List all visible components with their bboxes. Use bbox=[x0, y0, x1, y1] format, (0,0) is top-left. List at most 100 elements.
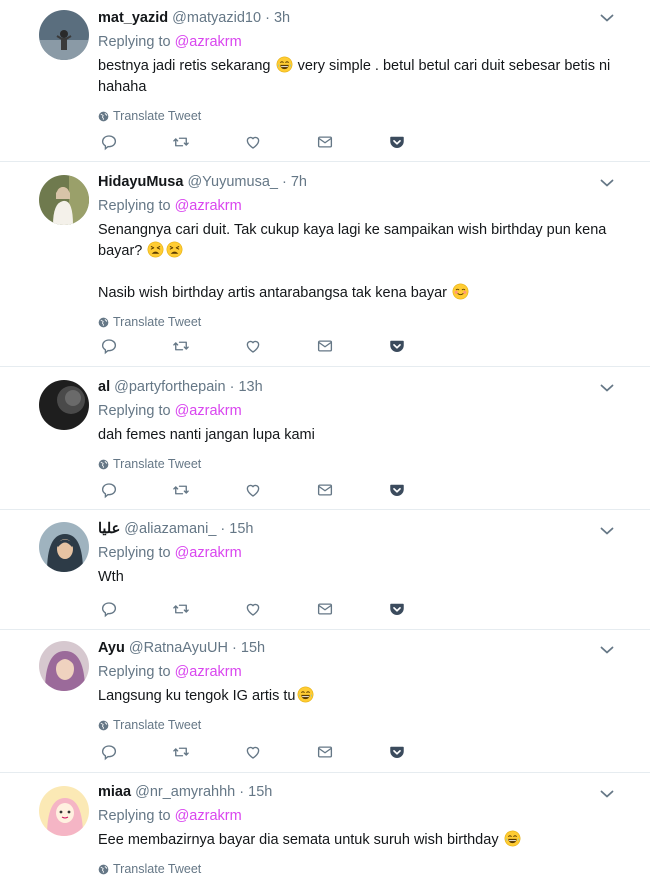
tweet-hidayumusa[interactable]: HidayuMusa @Yuyumusa_ · 7h Replying to @… bbox=[0, 162, 650, 367]
mention-link[interactable]: @azrakrm bbox=[175, 545, 242, 561]
like-button[interactable] bbox=[244, 337, 316, 355]
laughing-emoji-icon bbox=[504, 830, 521, 847]
envelope-icon bbox=[316, 600, 334, 618]
translate-label[interactable]: Translate Tweet bbox=[113, 109, 201, 123]
display-name[interactable]: miaa bbox=[98, 784, 131, 800]
tweet-text-part: bestnya jadi retis sekarang bbox=[98, 58, 271, 74]
replying-label: Replying to bbox=[98, 403, 171, 419]
tweet-al[interactable]: al @partyforthepain · 13h Replying to @a… bbox=[0, 367, 650, 510]
timestamp[interactable]: 15h bbox=[241, 640, 265, 656]
reply-button[interactable] bbox=[100, 337, 172, 355]
like-button[interactable] bbox=[244, 481, 316, 499]
globe-icon bbox=[98, 864, 109, 875]
translate-label[interactable]: Translate Tweet bbox=[113, 718, 201, 732]
message-button[interactable] bbox=[316, 743, 388, 761]
avatar[interactable] bbox=[39, 522, 89, 572]
tweet-text: Eee membazirnya bayar dia semata untuk s… bbox=[98, 830, 630, 851]
tweet-matyazid[interactable]: mat_yazid @matyazid10 · 3h Replying to @… bbox=[0, 0, 650, 162]
like-button[interactable] bbox=[244, 600, 316, 618]
tweet-amyrahhh[interactable]: miaa @nr_amyrahhh · 15h Replying to @azr… bbox=[0, 773, 650, 885]
retweet-button[interactable] bbox=[172, 481, 244, 499]
pocket-button[interactable] bbox=[388, 337, 460, 355]
tweet-header: Ayu @RatnaAyuUH · 15h bbox=[98, 638, 630, 658]
user-handle[interactable]: @aliazamani_ bbox=[124, 521, 216, 537]
reply-icon bbox=[100, 743, 118, 761]
pocket-button[interactable] bbox=[388, 743, 460, 761]
envelope-icon bbox=[316, 481, 334, 499]
user-handle[interactable]: @Yuyumusa_ bbox=[187, 174, 278, 190]
envelope-icon bbox=[316, 133, 334, 151]
replying-label: Replying to bbox=[98, 808, 171, 824]
translate-label[interactable]: Translate Tweet bbox=[113, 457, 201, 471]
user-handle[interactable]: @matyazid10 bbox=[172, 10, 261, 26]
user-handle[interactable]: @RatnaAyuUH bbox=[129, 640, 228, 656]
pocket-button[interactable] bbox=[388, 133, 460, 151]
tweet-actions bbox=[100, 600, 460, 618]
mention-link[interactable]: @azrakrm bbox=[175, 198, 242, 214]
retweet-button[interactable] bbox=[172, 337, 244, 355]
avatar[interactable] bbox=[39, 786, 89, 836]
pocket-button[interactable] bbox=[388, 600, 460, 618]
reply-button[interactable] bbox=[100, 481, 172, 499]
message-button[interactable] bbox=[316, 481, 388, 499]
message-button[interactable] bbox=[316, 133, 388, 151]
retweet-button[interactable] bbox=[172, 133, 244, 151]
timestamp[interactable]: 7h bbox=[291, 174, 307, 190]
message-button[interactable] bbox=[316, 600, 388, 618]
display-name[interactable]: al bbox=[98, 379, 110, 395]
mention-link[interactable]: @azrakrm bbox=[175, 808, 242, 824]
avatar[interactable] bbox=[39, 380, 89, 430]
reply-button[interactable] bbox=[100, 743, 172, 761]
mention-link[interactable]: @azrakrm bbox=[175, 403, 242, 419]
like-button[interactable] bbox=[244, 743, 316, 761]
tweet-header: al @partyforthepain · 13h bbox=[98, 377, 630, 397]
reply-button[interactable] bbox=[100, 133, 172, 151]
mention-link[interactable]: @azrakrm bbox=[175, 34, 242, 50]
tweet-text-part: Eee membazirnya bayar dia semata untuk s… bbox=[98, 832, 499, 848]
heart-icon bbox=[244, 481, 262, 499]
pocket-icon bbox=[388, 133, 406, 151]
weary-emoji-icon bbox=[166, 241, 183, 258]
avatar[interactable] bbox=[39, 175, 89, 225]
separator-dot: · bbox=[265, 10, 270, 26]
separator-dot: · bbox=[281, 174, 287, 190]
user-handle[interactable]: @nr_amyrahhh bbox=[135, 784, 235, 800]
translate-link[interactable]: Translate Tweet bbox=[98, 456, 630, 472]
laughing-emoji-icon bbox=[276, 56, 293, 73]
heart-icon bbox=[244, 337, 262, 355]
tweet-aliazamani[interactable]: عليا @aliazamani_ · 15h Replying to @azr… bbox=[0, 510, 650, 630]
like-button[interactable] bbox=[244, 133, 316, 151]
separator-dot: · bbox=[232, 640, 237, 656]
reply-icon bbox=[100, 600, 118, 618]
translate-link[interactable]: Translate Tweet bbox=[98, 717, 630, 733]
display-name[interactable]: HidayuMusa bbox=[98, 174, 183, 190]
timestamp[interactable]: 15h bbox=[248, 784, 272, 800]
translate-label[interactable]: Translate Tweet bbox=[113, 315, 201, 329]
avatar[interactable] bbox=[39, 641, 89, 691]
translate-label[interactable]: Translate Tweet bbox=[113, 862, 201, 876]
replying-label: Replying to bbox=[98, 664, 171, 680]
translate-link[interactable]: Translate Tweet bbox=[98, 108, 630, 124]
mention-link[interactable]: @azrakrm bbox=[175, 664, 242, 680]
display-name[interactable]: Ayu bbox=[98, 640, 125, 656]
display-name[interactable]: mat_yazid bbox=[98, 10, 168, 26]
replying-label: Replying to bbox=[98, 34, 171, 50]
timestamp[interactable]: 13h bbox=[238, 379, 262, 395]
retweet-button[interactable] bbox=[172, 600, 244, 618]
translate-link[interactable]: Translate Tweet bbox=[98, 861, 630, 877]
tweet-text: Wth bbox=[98, 569, 124, 585]
avatar[interactable] bbox=[39, 10, 89, 60]
pocket-button[interactable] bbox=[388, 481, 460, 499]
tweet-ratnaayu[interactable]: Ayu @RatnaAyuUH · 15h Replying to @azrak… bbox=[0, 630, 650, 773]
display-name[interactable]: عليا bbox=[98, 521, 120, 537]
user-handle[interactable]: @partyforthepain bbox=[114, 379, 225, 395]
message-button[interactable] bbox=[316, 337, 388, 355]
timestamp[interactable]: 3h bbox=[274, 10, 290, 26]
tweet-text: bestnya jadi retis sekarang very simple … bbox=[98, 56, 630, 98]
timestamp[interactable]: 15h bbox=[229, 521, 253, 537]
retweet-button[interactable] bbox=[172, 743, 244, 761]
reply-button[interactable] bbox=[100, 600, 172, 618]
envelope-icon bbox=[316, 743, 334, 761]
pocket-icon bbox=[388, 337, 406, 355]
translate-link[interactable]: Translate Tweet bbox=[98, 314, 630, 330]
